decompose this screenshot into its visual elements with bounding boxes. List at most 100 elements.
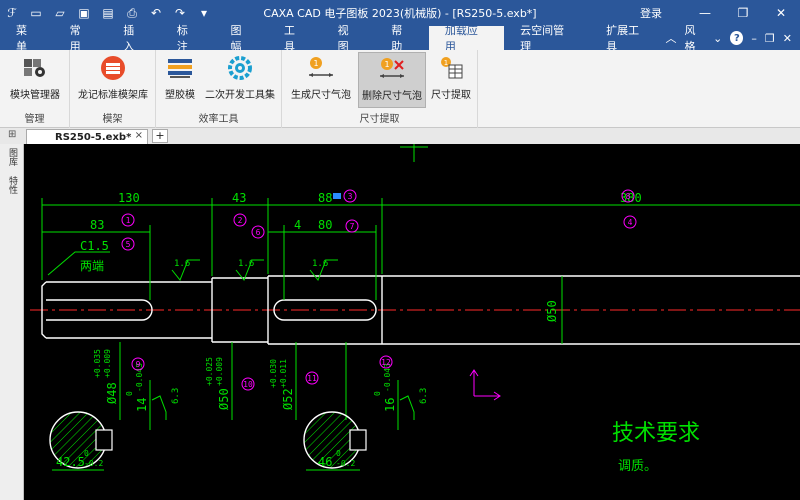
svg-text:1: 1 [126, 216, 131, 225]
tab-insert[interactable]: 插入 [107, 24, 161, 53]
save-all-icon[interactable]: ▤ [100, 5, 116, 21]
dim-130: 130 [118, 191, 140, 205]
tab-load-apps[interactable]: 加载应用 [428, 24, 505, 53]
close-tab-icon[interactable]: × [135, 130, 143, 141]
close-button[interactable]: ✕ [762, 6, 800, 20]
svg-text:5: 5 [126, 240, 131, 249]
longji-frame-button[interactable]: 龙记标准模架库 [74, 52, 152, 108]
dimension-extract-button[interactable]: 1 尺寸提取 [428, 52, 474, 108]
collapse-ribbon-icon[interactable]: ︿ [665, 30, 676, 46]
tech-requirements-note: 调质。 [618, 459, 657, 474]
dim-80: 80 [318, 218, 332, 232]
add-tab-button[interactable]: + [152, 129, 168, 143]
document-tab-label: RS250-5.exb* [55, 131, 132, 143]
generate-bubble-button[interactable]: 1 生成尺寸气泡 [288, 52, 354, 108]
tab-annotate[interactable]: 标注 [161, 24, 215, 53]
dim-phi50b-tol-dn: +0.009 [215, 357, 224, 386]
bubble-5[interactable]: 5 [121, 237, 135, 251]
plastic-mold-icon [165, 54, 195, 82]
open-folder-icon[interactable]: ▱ [52, 5, 68, 21]
bubble-10[interactable]: 10 [241, 377, 255, 391]
help-icon[interactable]: ? [730, 31, 744, 45]
document-tab[interactable]: RS250-5.exb* × [26, 129, 148, 144]
roughness-4: 6.3 [171, 388, 181, 404]
dim-83: 83 [90, 218, 104, 232]
restore-doc-icon[interactable]: ❐ [765, 32, 775, 45]
undo-icon[interactable]: ↶ [148, 5, 164, 21]
bubble-12[interactable]: 12 [379, 355, 393, 369]
bubble-1[interactable]: 1 [121, 213, 135, 227]
ucs-axis-icon [469, 369, 501, 401]
svg-text:12: 12 [381, 358, 391, 367]
save-icon[interactable]: ▣ [76, 5, 92, 21]
dim-phi52: Ø52 [281, 388, 295, 410]
roughness-1: 1.6 [174, 259, 190, 269]
document-tab-bar: ⊞ RS250-5.exb* × + [0, 128, 800, 144]
dim-w16: 16 [383, 398, 397, 412]
tab-help[interactable]: 帮助 [375, 24, 429, 53]
bubble-2[interactable]: 2 [233, 213, 247, 227]
svg-text:7: 7 [350, 222, 355, 231]
selection-grip[interactable] [333, 193, 341, 199]
redo-icon[interactable]: ↷ [172, 5, 188, 21]
customize-toolbar-icon[interactable]: ▾ [196, 5, 212, 21]
secondary-dev-button[interactable]: 二次开发工具集 [202, 52, 278, 108]
new-file-icon[interactable]: ▭ [28, 5, 44, 21]
drawing-canvas[interactable]: 130 43 88 380 83 4 80 C1.5 两端 1.6 1.6 1.… [24, 144, 800, 500]
side-panel-library-tab[interactable]: 图库 [6, 148, 19, 166]
dim-w14-tol-up: 0 [125, 391, 134, 396]
dim-42-5-dn: -0.2 [84, 459, 103, 468]
bubble-4[interactable]: 4 [623, 215, 637, 229]
module-manager-button[interactable]: 模块管理器 [4, 52, 66, 108]
dim-43: 43 [232, 191, 246, 205]
group-dimension-extract: 1 生成尺寸气泡 1 删除尺寸气泡 1 尺寸提取 尺寸提取 [282, 50, 478, 128]
dim-phi50b: Ø50 [217, 388, 231, 410]
bubble-generate-icon: 1 [306, 54, 336, 82]
side-panel-properties-tab[interactable]: 特性 [6, 176, 19, 194]
delete-bubble-button[interactable]: 1 删除尺寸气泡 [358, 52, 426, 108]
roughness-5: 6.3 [419, 388, 429, 404]
dim-42-5: 42.5 [56, 455, 85, 469]
dim-phi50: Ø50 [545, 300, 559, 322]
svg-text:9: 9 [136, 360, 141, 369]
dim-phi48: Ø48 [105, 382, 119, 404]
plastic-mold-button[interactable]: 塑胶模 [160, 52, 200, 108]
print-icon[interactable]: ⎙ [124, 5, 140, 21]
minimize-button[interactable]: — [686, 6, 724, 20]
bubble-11[interactable]: 11 [305, 371, 319, 385]
group-manage: 模块管理器 管理 [0, 50, 70, 128]
both-ends-label: 两端 [80, 259, 104, 273]
bubble-6[interactable]: 6 [251, 225, 265, 239]
login-button[interactable]: 登录 [640, 5, 662, 21]
tab-menu[interactable]: 菜单 [0, 24, 54, 53]
dim-4: 4 [294, 218, 301, 232]
tab-common[interactable]: 常用 [54, 24, 108, 53]
minimize-doc-icon[interactable]: – [751, 32, 757, 45]
dim-46: 46 [318, 455, 332, 469]
bubble-7[interactable]: 7 [345, 219, 359, 233]
tab-extensions[interactable]: 扩展工具 [590, 24, 665, 53]
tech-requirements-title: 技术要求 [612, 421, 700, 446]
close-doc-icon[interactable]: ✕ [783, 32, 792, 45]
tab-sheet[interactable]: 图幅 [214, 24, 268, 53]
chevron-down-icon[interactable]: ⌄ [713, 32, 722, 45]
drawing-svg: 130 43 88 380 83 4 80 C1.5 两端 1.6 1.6 1.… [30, 144, 800, 474]
section-view-right [303, 411, 367, 469]
app-logo-icon[interactable]: ℱ [4, 5, 20, 21]
mold-frame-icon [98, 54, 128, 82]
svg-text:6: 6 [256, 228, 261, 237]
dim-w14: 14 [135, 398, 149, 412]
dim-phi52-tol-up: +0.030 [269, 359, 278, 388]
tab-tools[interactable]: 工具 [268, 24, 322, 53]
pin-icon[interactable]: ⊞ [8, 129, 16, 140]
tab-cloud[interactable]: 云空间管理 [504, 24, 590, 53]
quick-access-toolbar: ℱ ▭ ▱ ▣ ▤ ⎙ ↶ ↷ ▾ [0, 5, 212, 21]
svg-text:2: 2 [238, 216, 243, 225]
roughness-2: 1.6 [238, 259, 254, 269]
ribbon-panel: 模块管理器 管理 龙记标准模架库 模架 塑胶模 二次开发工具集 效率工具 1 生… [0, 50, 800, 128]
bubble-3[interactable]: 3 [343, 189, 357, 203]
restore-button[interactable]: ❐ [724, 6, 762, 20]
tab-view[interactable]: 视图 [322, 24, 376, 53]
dim-42-5-up: 0 [84, 449, 89, 458]
dim-phi48-tol-dn: +0.009 [103, 349, 112, 378]
